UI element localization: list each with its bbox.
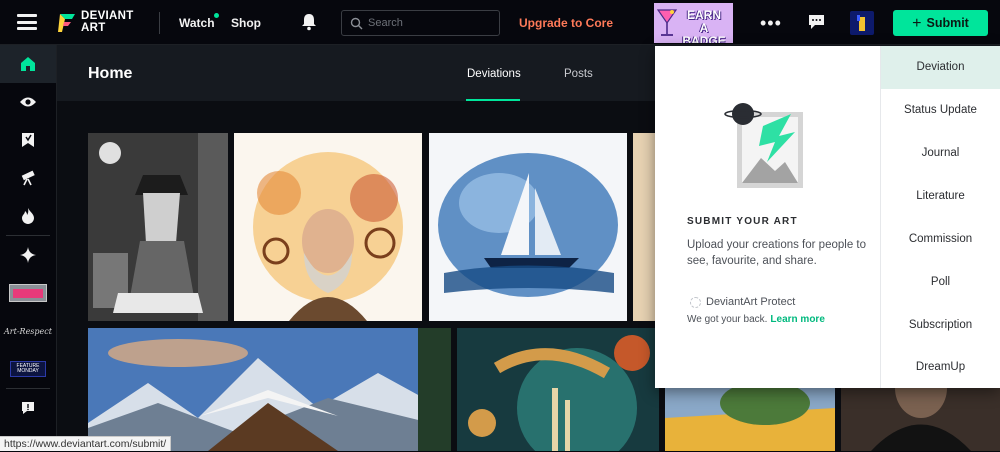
logo-text-line1: DEVIANT (81, 10, 134, 22)
fantasy-city-artwork (457, 328, 659, 451)
submit-type-commission[interactable]: Commission (881, 218, 1000, 261)
plus-icon: + (912, 15, 922, 32)
nav-watch-link[interactable]: Watch (179, 16, 215, 30)
sidebar-dreamup[interactable] (0, 236, 56, 274)
submit-art-illustration (724, 103, 803, 188)
submit-art-heading: SUBMIT YOUR ART (687, 216, 798, 227)
tab-posts[interactable]: Posts (564, 68, 593, 80)
deviation-thumbnail-mountain-cabin[interactable] (88, 328, 451, 451)
sidebar-group-2[interactable]: Art-Respect (0, 312, 56, 350)
submit-type-literature[interactable]: Literature (881, 175, 1000, 218)
submit-type-status-update[interactable]: Status Update (881, 89, 1000, 132)
submit-type-subscription[interactable]: Subscription (881, 304, 1000, 347)
protect-subtext: We got your back. Learn more (687, 314, 825, 325)
deviation-thumbnail-portrait[interactable] (234, 133, 422, 321)
badge-drink-icon (656, 9, 678, 36)
submit-type-poll[interactable]: Poll (881, 261, 1000, 304)
badge-line1: EARN (686, 8, 721, 22)
telescope-icon (21, 170, 35, 186)
group-badge-2: Art-Respect (4, 326, 52, 336)
submit-type-journal[interactable]: Journal (881, 132, 1000, 175)
avatar-image (857, 15, 865, 31)
sidebar-popular[interactable] (0, 197, 56, 235)
sparkle-icon (20, 247, 36, 263)
logo-text-line2: ART (81, 21, 106, 34)
page-title: Home (88, 65, 133, 82)
sidebar-group-1[interactable] (0, 274, 56, 312)
search-icon (350, 17, 363, 30)
sidebar-watch[interactable] (0, 83, 56, 121)
active-tab-indicator (466, 99, 520, 101)
submit-type-list: Deviation Status Update Journal Literatu… (881, 46, 1000, 388)
nav-shop-link[interactable]: Shop (231, 16, 261, 30)
group-badge-3-label: FEATURE MONDAY (16, 363, 40, 374)
submit-button[interactable]: + Submit (893, 10, 988, 36)
submit-art-description: Upload your creations for people to see,… (687, 239, 866, 267)
sidebar-collections[interactable] (0, 121, 56, 159)
group-badge-1 (9, 284, 47, 302)
deviantart-protect: DeviantArt Protect (690, 296, 795, 308)
sidebar-home[interactable] (0, 45, 56, 83)
left-sidebar: Art-Respect FEATURE MONDAY (0, 45, 57, 451)
protect-sub-text: We got your back. (687, 314, 768, 325)
sidebar-group-3[interactable]: FEATURE MONDAY (0, 350, 56, 388)
alert-icon (22, 402, 34, 414)
submit-dropdown-menu: SUBMIT YOUR ART Upload your creations fo… (655, 46, 1000, 388)
menu-icon[interactable] (17, 14, 37, 30)
upgrade-to-core-link[interactable]: Upgrade to Core (519, 16, 613, 30)
search-box[interactable] (341, 10, 500, 36)
more-options-icon[interactable]: ••• (760, 14, 782, 32)
earn-a-badge-banner[interactable]: EARN A BADGE (654, 3, 733, 43)
learn-more-link[interactable]: Learn more (770, 314, 824, 325)
fox-artwork (88, 133, 228, 321)
eye-icon (20, 97, 36, 107)
tab-deviations[interactable]: Deviations (467, 68, 521, 80)
logo-text: DEVIANT ART (81, 10, 134, 34)
link-preview-url: https://www.deviantart.com/submit/ (0, 436, 172, 451)
deviation-thumbnail-sailboat[interactable] (429, 133, 627, 321)
bell-icon[interactable] (300, 13, 318, 31)
sidebar-discover[interactable] (0, 159, 56, 197)
group-badge-3: FEATURE MONDAY (10, 361, 46, 377)
mountain-cabin-artwork (88, 328, 451, 451)
submit-type-deviation[interactable]: Deviation (881, 46, 1000, 89)
submit-label: Submit (926, 16, 969, 30)
steampunk-portrait-artwork (234, 133, 422, 321)
group-badge-1-inner (13, 288, 43, 298)
badge-line2: A BADGE (682, 21, 726, 44)
nav-divider (159, 12, 160, 34)
sidebar-report[interactable] (0, 389, 56, 427)
submit-art-panel: SUBMIT YOUR ART Upload your creations fo… (655, 46, 881, 388)
submit-type-dreamup[interactable]: DreamUp (881, 346, 1000, 389)
deviantart-logo[interactable]: DEVIANT ART (58, 10, 168, 35)
badge-text: EARN A BADGE (678, 8, 730, 44)
user-avatar[interactable] (850, 11, 874, 35)
protect-shield-icon (690, 296, 701, 308)
deviation-thumbnail-fox[interactable] (88, 133, 228, 321)
sailboat-artwork (429, 133, 627, 321)
chat-icon[interactable] (808, 14, 825, 30)
protect-label: DeviantArt Protect (706, 296, 796, 308)
bookmark-icon (22, 133, 34, 147)
search-input[interactable] (368, 15, 493, 31)
logo-mark-icon (58, 14, 75, 32)
fire-icon (22, 208, 34, 224)
home-icon (21, 57, 35, 71)
top-navigation-bar: DEVIANT ART Watch Shop Upgrade to Core E… (0, 0, 1000, 45)
watch-notification-dot (214, 13, 219, 18)
deviation-thumbnail-fantasy-city[interactable] (457, 328, 659, 451)
